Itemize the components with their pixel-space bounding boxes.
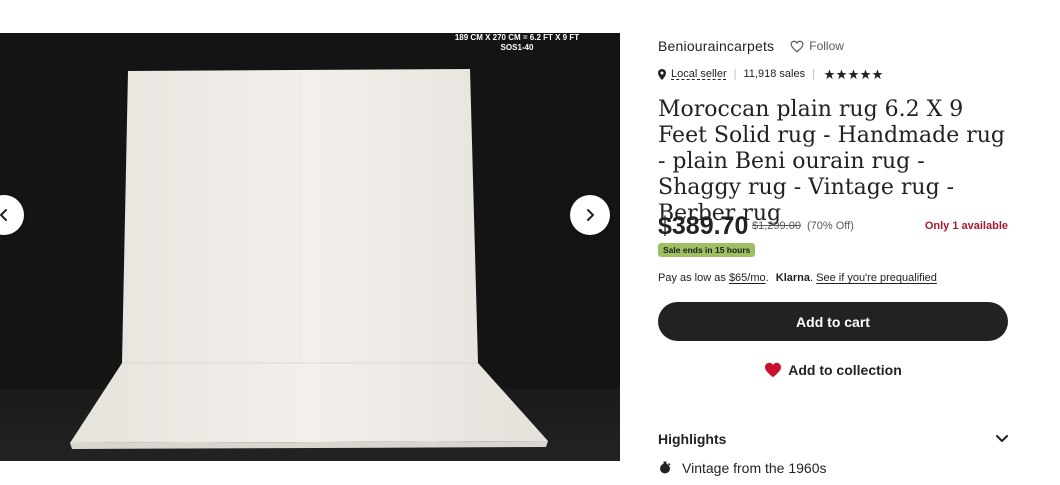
- size-caption-sku: SOS1-40: [500, 43, 534, 52]
- pay-prefix: Pay as low as: [658, 272, 726, 284]
- star-icon: [860, 68, 871, 79]
- star-icon: [848, 68, 859, 79]
- discount-percent: (70% Off): [807, 220, 854, 232]
- klarna-logo: Klarna: [775, 272, 811, 284]
- follow-label: Follow: [809, 39, 844, 53]
- shop-row: Beniouraincarpets Follow: [658, 38, 844, 54]
- rug-photo: [70, 69, 548, 449]
- original-price: $1,299.00: [752, 220, 801, 232]
- sale-price: $389.70: [658, 212, 749, 240]
- star-icon: [824, 68, 835, 79]
- prequalify-link[interactable]: See if you're prequalified: [816, 272, 937, 284]
- highlights-toggle[interactable]: Highlights: [658, 428, 1008, 450]
- heart-outline-icon: [790, 40, 804, 53]
- sales-count: 11,918 sales: [743, 68, 806, 80]
- vintage-icon: [660, 461, 671, 474]
- product-image-gallery[interactable]: 189 CM X 270 CM = 6.2 FT X 9 FT SOS1-40: [0, 33, 620, 461]
- heart-filled-icon: [765, 362, 782, 378]
- map-pin-icon: [658, 68, 666, 80]
- add-to-collection-button[interactable]: Add to collection: [658, 352, 1008, 388]
- seller-meta-row: Local seller | 11,918 sales |: [658, 68, 883, 80]
- chevron-right-icon: [587, 209, 594, 221]
- follow-button[interactable]: Follow: [790, 39, 844, 53]
- price-row: $389.70 $1,299.00 (70% Off) Only 1 avail…: [658, 212, 1008, 242]
- shop-name-link[interactable]: Beniouraincarpets: [658, 38, 774, 54]
- star-icon: [836, 68, 847, 79]
- highlight-item-label: Vintage from the 1960s: [682, 460, 827, 476]
- klarna-payment-row: Pay as low as $65/mo. Klarna. See if you…: [658, 272, 937, 284]
- chevron-down-icon: [996, 435, 1008, 442]
- size-caption: 189 CM X 270 CM = 6.2 FT X 9 FT SOS1-40: [417, 33, 617, 53]
- star-rating[interactable]: [824, 68, 883, 80]
- availability-text: Only 1 available: [924, 220, 1008, 232]
- add-to-collection-label: Add to collection: [788, 362, 902, 378]
- sale-ends-badge: Sale ends in 15 hours: [658, 243, 756, 257]
- local-seller-link[interactable]: Local seller: [671, 68, 727, 80]
- divider: |: [733, 68, 737, 80]
- highlights-heading: Highlights: [658, 431, 727, 447]
- listing-title: Moroccan plain rug 6.2 X 9 Feet Solid ru…: [658, 97, 1005, 226]
- installment-link[interactable]: $65/mo: [729, 272, 766, 284]
- period: .: [765, 272, 769, 284]
- chevron-left-icon: [0, 209, 7, 221]
- star-icon: [872, 68, 883, 79]
- size-caption-dimensions: 189 CM X 270 CM = 6.2 FT X 9 FT: [454, 33, 580, 42]
- divider: |: [812, 68, 815, 80]
- add-to-cart-button[interactable]: Add to cart: [658, 302, 1008, 341]
- period: .: [810, 272, 814, 284]
- highlight-item: Vintage from the 1960s: [658, 460, 827, 476]
- next-image-button[interactable]: [570, 195, 610, 235]
